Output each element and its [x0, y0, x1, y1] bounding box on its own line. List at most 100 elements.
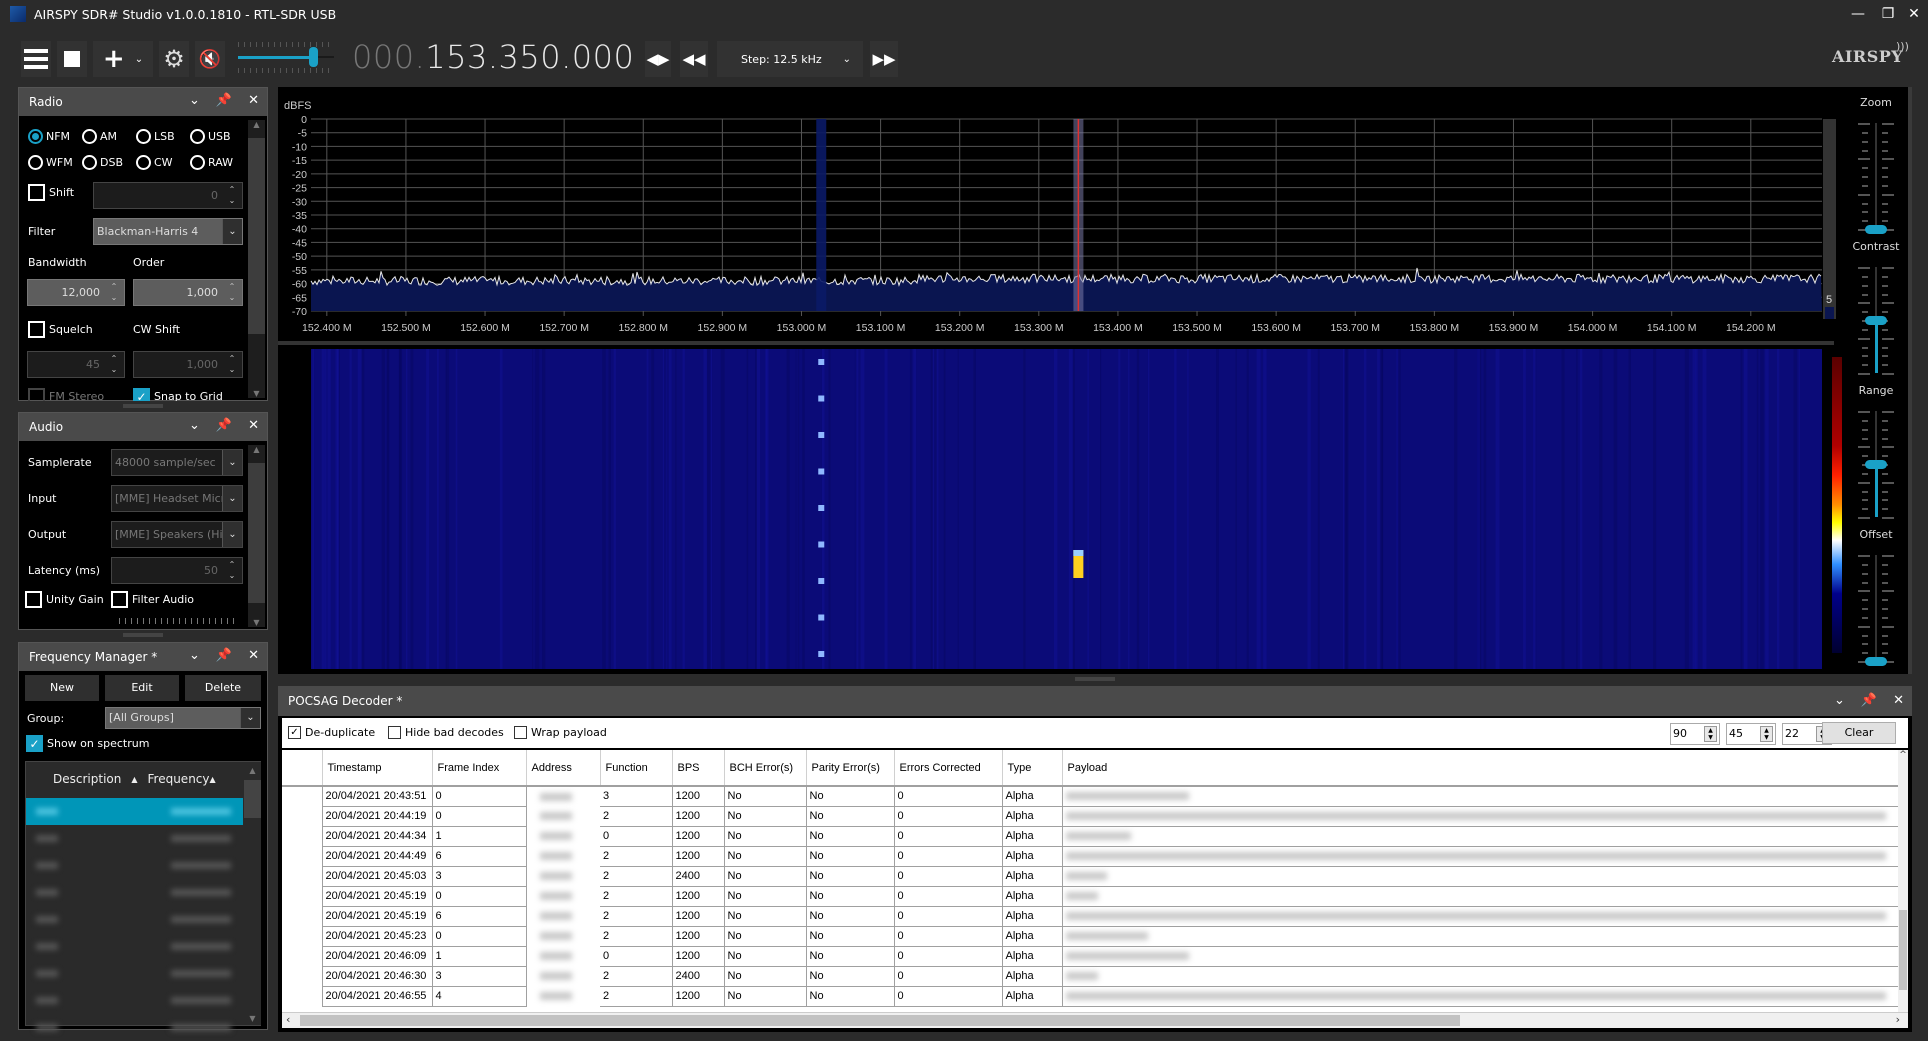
scrollbar-thumb[interactable] — [248, 138, 265, 334]
frequency-list-row[interactable] — [26, 1014, 243, 1041]
shift-checkbox-box[interactable] — [28, 184, 45, 201]
slider-knob[interactable] — [1865, 316, 1887, 325]
pocsag-number-2[interactable]: 45 ▲ ▼ — [1726, 723, 1776, 745]
volume-slider[interactable] — [236, 42, 336, 76]
radio-circle-icon[interactable] — [136, 155, 151, 170]
radio-circle-icon[interactable] — [82, 129, 97, 144]
filter-audio-checkbox-box[interactable] — [111, 591, 128, 608]
table-row[interactable]: 20/04/2021 20:46:55 4 2 1200 No No 0 Alpha — [282, 986, 1900, 1007]
scrollbar-thumb[interactable] — [1899, 910, 1907, 990]
frequency-list-row[interactable] — [26, 825, 243, 852]
column-header[interactable] — [282, 750, 323, 787]
frequency-list-row[interactable] — [26, 852, 243, 879]
mute-button[interactable]: 🔇 — [195, 41, 225, 77]
delete-button[interactable]: Delete — [185, 675, 261, 701]
row-header-cell[interactable] — [282, 926, 323, 946]
step-select[interactable]: Step: 12.5 kHz ⌄ — [717, 41, 863, 77]
spinner-icon[interactable]: ▲▼ — [1760, 726, 1773, 742]
row-header-cell[interactable] — [282, 886, 323, 906]
frequency-list-row[interactable] — [26, 960, 243, 987]
spectrum-chart[interactable]: dBFS 0 -5-10 -15 -20 -25-30 -35 -40-45 -50 -55 -6… — [278, 87, 1912, 674]
collapse-icon[interactable]: ⌄ — [1834, 693, 1845, 708]
table-row[interactable]: 20/04/2021 20:44:49 6 2 1200 No No 0 Alpha — [282, 846, 1900, 867]
table-row[interactable]: 20/04/2021 20:45:23 0 2 1200 No No 0 Alpha — [282, 926, 1900, 947]
minimize-button[interactable]: — — [1848, 4, 1868, 24]
row-header-cell[interactable] — [282, 786, 323, 806]
spectrum-waterfall-divider[interactable] — [278, 341, 1834, 345]
deduplicate-checkbox[interactable]: ✓ De-duplicate — [288, 726, 375, 739]
column-header[interactable]: Address — [526, 750, 601, 787]
bandwidth-input[interactable]: 12,000 ⌃ ⌄ — [27, 279, 125, 306]
center-tune-button[interactable]: ◀▶ — [645, 41, 671, 77]
col-frequency[interactable]: Frequency — [148, 772, 210, 786]
slider-knob[interactable] — [1865, 460, 1887, 469]
wrap-payload-checkbox[interactable]: Wrap payload — [514, 726, 607, 739]
table-row[interactable]: 20/04/2021 20:43:51 0 3 1200 No No 0 Alpha — [282, 786, 1900, 807]
column-header[interactable]: BCH Error(s) — [724, 750, 807, 787]
hide-bad-decodes-box[interactable] — [388, 726, 401, 739]
mode-radio-cw[interactable]: CW — [136, 155, 173, 170]
spinner-icon[interactable]: ⌃ ⌄ — [224, 559, 240, 582]
hide-bad-decodes-checkbox[interactable]: Hide bad decodes — [388, 726, 504, 739]
group-select[interactable]: [All Groups] ⌄ — [105, 707, 261, 729]
contrast-slider[interactable] — [1856, 267, 1896, 375]
wrap-payload-box[interactable] — [514, 726, 527, 739]
order-input[interactable]: 1,000 ⌃ ⌄ — [133, 279, 243, 306]
menu-button[interactable] — [21, 41, 51, 77]
slider-knob[interactable] — [1865, 225, 1887, 234]
unity-gain-checkbox[interactable]: Unity Gain — [25, 591, 104, 608]
checkmark-icon[interactable]: ✓ — [133, 388, 150, 401]
table-row[interactable]: 20/04/2021 20:44:19 0 2 1200 No No 0 Alpha — [282, 806, 1900, 827]
squelch-checkbox[interactable]: Squelch — [28, 321, 93, 338]
scrollbar-thumb[interactable] — [248, 463, 265, 603]
spectrum-waterfall-view[interactable]: dBFS 0 -5 -10 -15 -20 -25 -30 -35 -40 -45 -50 -55 -6… — [278, 87, 1912, 674]
chevron-down-icon[interactable]: ⌄ — [222, 522, 242, 547]
table-row[interactable]: 20/04/2021 20:46:30 3 2 2400 No No 0 Alpha — [282, 966, 1900, 987]
stop-button[interactable] — [57, 41, 87, 77]
snap-to-grid-checkbox[interactable]: ✓ Snap to Grid — [133, 388, 223, 401]
column-header[interactable]: Function — [600, 750, 673, 787]
close-icon[interactable]: ✕ — [1893, 693, 1904, 708]
frequency-display[interactable]: 000.153.350.000 — [352, 38, 634, 76]
scroll-down-icon[interactable]: ▼ — [244, 1014, 261, 1023]
radio-scrollbar[interactable]: ▲ ▼ — [248, 120, 265, 398]
radio-circle-icon[interactable] — [190, 129, 205, 144]
latency-input[interactable]: 50 ⌃ ⌄ — [111, 557, 243, 584]
close-window-button[interactable]: ✕ — [1904, 4, 1924, 24]
scroll-left-icon[interactable]: ‹ — [286, 1013, 290, 1026]
spinner-icon[interactable]: ▲▼ — [1704, 726, 1717, 742]
new-button[interactable]: New — [25, 675, 99, 701]
scroll-up-icon[interactable]: ▲ — [248, 120, 265, 129]
column-header[interactable]: Type — [1002, 750, 1063, 787]
spinner-icon[interactable]: ⌃ ⌄ — [224, 184, 240, 207]
show-on-spectrum-checkbox[interactable]: ✓ Show on spectrum — [26, 735, 149, 752]
spinner-icon[interactable]: ⌃ ⌄ — [224, 353, 240, 376]
mode-radio-nfm[interactable]: NFM — [28, 129, 70, 144]
close-icon[interactable]: ✕ — [248, 648, 259, 663]
row-header-cell[interactable] — [282, 806, 323, 826]
zoom-slider[interactable] — [1856, 123, 1896, 234]
row-header-cell[interactable] — [282, 986, 323, 1006]
mode-radio-wfm[interactable]: WFM — [28, 155, 73, 170]
pocsag-vscrollbar[interactable]: ^ — [1898, 750, 1908, 1012]
column-header[interactable]: Payload — [1062, 750, 1900, 787]
shift-input[interactable]: 0 ⌃ ⌄ — [93, 182, 243, 209]
scroll-up-icon[interactable]: ▲ — [248, 445, 265, 454]
filter-audio-checkbox[interactable]: Filter Audio — [111, 591, 194, 608]
row-header-cell[interactable] — [282, 846, 323, 866]
spinner-icon[interactable]: ⌃ ⌄ — [106, 281, 122, 304]
table-row[interactable]: 20/04/2021 20:44:34 1 0 1200 No No 0 Alpha — [282, 826, 1900, 847]
scroll-up-icon[interactable]: ^ — [1898, 750, 1908, 760]
chevron-down-icon[interactable]: ⌄ — [222, 486, 242, 511]
col-description[interactable]: Description — [53, 772, 121, 786]
clear-button[interactable]: Clear — [1822, 722, 1896, 744]
chevron-down-icon[interactable]: ⌄ — [240, 708, 260, 728]
mode-radio-dsb[interactable]: DSB — [82, 155, 123, 170]
squelch-checkbox-box[interactable] — [28, 321, 45, 338]
spinner-icon[interactable]: ⌃ ⌄ — [106, 353, 122, 376]
step-forward-button[interactable]: ▶▶ — [870, 41, 898, 77]
audio-scrollbar[interactable]: ▲ ▼ — [248, 445, 265, 627]
pocsag-number-1[interactable]: 90 ▲ ▼ — [1670, 723, 1720, 745]
scrollbar-thumb[interactable] — [244, 780, 261, 818]
spinner-icon[interactable]: ⌃ ⌄ — [224, 281, 240, 304]
